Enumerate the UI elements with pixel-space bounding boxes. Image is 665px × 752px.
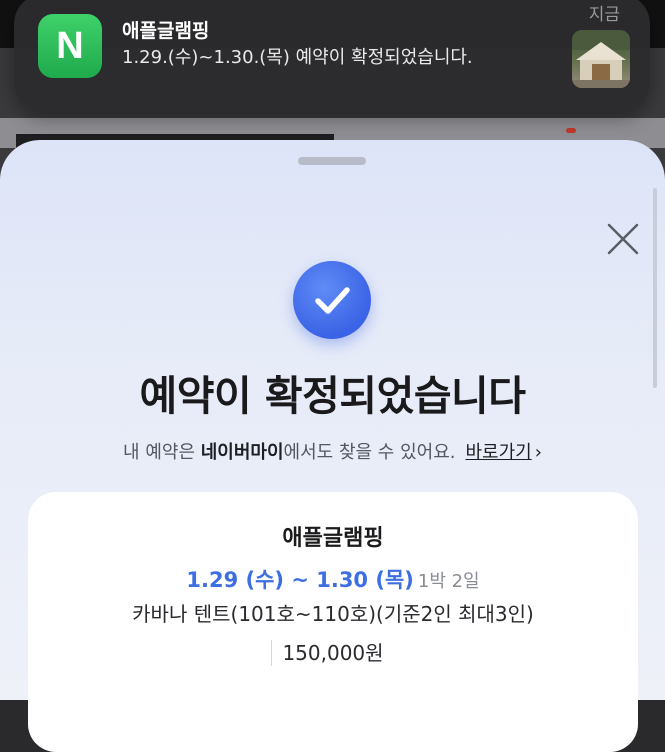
scrollbar[interactable] (653, 188, 657, 388)
confirmation-sheet: 예약이 확정되었습니다 내 예약은 네이버마이에서도 찾을 수 있어요. 바로가기… (0, 140, 665, 752)
glamping-tent-thumbnail (572, 30, 630, 88)
success-badge (293, 261, 371, 339)
price: 150,000원 (282, 641, 384, 665)
reservation-card[interactable]: 애플글램핑 1.29 (수) ~ 1.30 (목) 1박 2일 카바나 텐트(10… (28, 492, 638, 752)
close-icon (607, 223, 639, 255)
notification-body: 1.29.(수)~1.30.(목) 예약이 확정되었습니다. (122, 47, 473, 68)
subtext-prefix: 내 예약은 (123, 442, 201, 463)
date-range: 1.29 (수) ~ 1.30 (목) (186, 568, 414, 592)
reservation-dates: 1.29 (수) ~ 1.30 (목) 1박 2일 (28, 564, 638, 594)
chevron-right-icon: › (534, 442, 542, 463)
push-notification[interactable]: N 애플글램핑 1.29.(수)~1.30.(목) 예약이 확정되었습니다. 지… (14, 0, 650, 112)
notification-time: 지금 (588, 5, 620, 25)
check-icon (315, 287, 350, 314)
go-to-link-label: 바로가기 (465, 442, 532, 463)
sheet-grabber[interactable] (298, 157, 366, 165)
confirmation-headline: 예약이 확정되었습니다 (139, 372, 526, 420)
close-button[interactable] (600, 216, 646, 262)
room-type: 카바나 텐트(101호~110호)(기준2인 최대3인) (132, 602, 534, 626)
background-badge (566, 128, 576, 133)
subtext-suffix: 에서도 찾을 수 있어요. (283, 442, 456, 463)
notification-title: 애플글램핑 (122, 20, 210, 42)
naver-app-icon: N (38, 14, 102, 78)
naver-logo-letter: N (56, 24, 84, 67)
place-name: 애플글램핑 (282, 526, 384, 551)
naver-my-label: 네이버마이 (200, 442, 284, 463)
stay-duration: 1박 2일 (417, 571, 480, 592)
go-to-link[interactable]: 바로가기 (465, 442, 531, 463)
confirmation-subtext: 내 예약은 네이버마이에서도 찾을 수 있어요. 바로가기 › (0, 438, 665, 464)
